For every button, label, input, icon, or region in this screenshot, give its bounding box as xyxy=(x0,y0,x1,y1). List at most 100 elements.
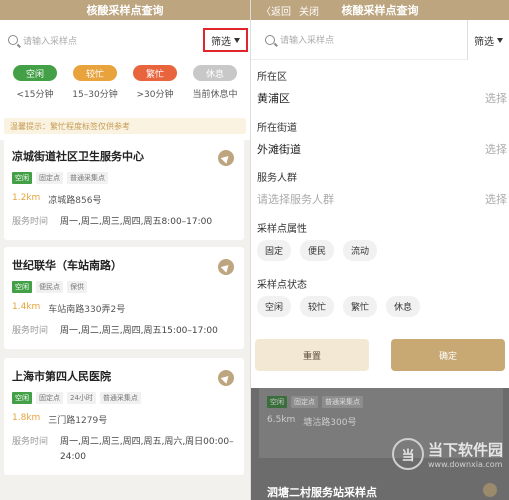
address: 塘沽路300号 xyxy=(303,418,357,428)
status-tag: 空闲 xyxy=(12,392,32,404)
navigate-button[interactable] xyxy=(218,150,234,166)
navigation-arrow-icon xyxy=(220,152,232,164)
navigate-button[interactable] xyxy=(218,370,234,386)
distance: 1.4km xyxy=(12,302,41,312)
status-chips: 空闲 较忙 繁忙 休息 xyxy=(251,296,509,317)
caret-down-icon xyxy=(497,37,503,43)
confirm-button[interactable]: 确定 xyxy=(391,339,505,371)
filter-button[interactable]: 筛选 xyxy=(467,20,509,60)
dimmed-background[interactable]: 空闲 固定点 普通采集点 6.5km 塘沽路300号 当 当下软件园 www.d… xyxy=(251,388,509,500)
search-icon xyxy=(8,35,18,45)
reset-button[interactable]: 重置 xyxy=(255,339,369,371)
search-row: 请输入采样点 筛选 xyxy=(0,20,250,60)
legend-pill: 空闲 xyxy=(13,65,57,81)
address: 车站南路330弄2号 xyxy=(48,305,126,315)
back-button[interactable]: 〈返回 xyxy=(261,3,291,18)
search-placeholder: 请输入采样点 xyxy=(280,36,335,46)
district-select[interactable]: 黄浦区 选择 xyxy=(251,90,509,106)
watermark: 当 当下软件园 www.downxia.com xyxy=(391,438,503,470)
background-site-name: 泗塘二村服务站采样点 xyxy=(267,486,377,499)
hours-tag: 24小时 xyxy=(67,392,96,404)
legend-item-rest: 休息 当前休息中 xyxy=(188,65,242,118)
legend-pill: 较忙 xyxy=(73,65,117,81)
site-card[interactable]: 上海市第四人民医院 空闲 固定点 24小时 普通采集点 1.8km 三门路127… xyxy=(4,358,244,475)
hours-label: 服务时间 xyxy=(12,437,49,447)
type-tag: 固定点 xyxy=(36,172,63,184)
chip-rest[interactable]: 休息 xyxy=(386,296,421,317)
background-navigate-icon xyxy=(483,483,497,497)
street-select[interactable]: 外滩街道 选择 xyxy=(251,141,509,157)
status-title: 采样点状态 xyxy=(257,280,307,291)
attr-chips: 固定 便民 流动 xyxy=(251,240,509,261)
street-section: 所在街道 xyxy=(251,119,509,134)
service-hours-row: 服务时间 周一,周二,周三,周四,周五,周六,周日00:00–24:00 xyxy=(12,435,236,465)
district-pick: 选择 xyxy=(485,92,507,105)
legend-range: 15–30分钟 xyxy=(72,90,118,100)
filter-label: 筛选 xyxy=(474,36,494,48)
navigation-arrow-icon xyxy=(220,372,232,384)
navigate-button[interactable] xyxy=(218,259,234,275)
site-tags: 空闲 便民点 保供 xyxy=(12,281,236,293)
service-hours-row: 服务时间 周一,周二,周三,周四,周五15:00–17:00 xyxy=(12,324,236,339)
district-value: 黄浦区 xyxy=(257,92,290,105)
status-tag: 空闲 xyxy=(267,396,287,408)
hours-value: 周一,周二,周三,周四,周五,周六,周日00:00–24:00 xyxy=(60,437,234,462)
nav-actions: 〈返回 关闭 xyxy=(261,0,319,20)
filter-button[interactable]: 筛选 xyxy=(203,28,248,52)
chip-mobile[interactable]: 流动 xyxy=(343,240,378,261)
type-tag: 便民点 xyxy=(36,281,63,293)
distance: 1.8km xyxy=(12,413,41,423)
site-address-row: 1.2km 凉城路856号 xyxy=(12,193,236,206)
chip-fixed[interactable]: 固定 xyxy=(257,240,292,261)
service-hours-row: 服务时间 周一,周二,周三,周四,周五8:00–17:00 xyxy=(12,215,236,230)
hours-value: 周一,周二,周三,周四,周五15:00–17:00 xyxy=(60,326,218,336)
chip-idle[interactable]: 空闲 xyxy=(257,296,292,317)
search-input[interactable]: 请输入采样点 xyxy=(265,33,334,46)
page-title: 核酸采样点查询 xyxy=(341,4,419,17)
status-tag: 空闲 xyxy=(12,281,32,293)
site-name: 世纪联华（车站南路） xyxy=(12,259,122,272)
busy-legend: 空闲 <15分钟 较忙 15–30分钟 繁忙 >30分钟 休息 当前休息中 xyxy=(0,60,250,118)
watermark-url: www.downxia.com xyxy=(427,460,503,469)
legend-range: 当前休息中 xyxy=(192,90,238,100)
left-screen: 核酸采样点查询 请输入采样点 筛选 空闲 <15分钟 较忙 15–30分钟 繁忙… xyxy=(0,0,250,500)
street-value: 外滩街道 xyxy=(257,143,301,156)
legend-range: <15分钟 xyxy=(16,90,54,100)
crowd-value-row: 请选择服务人群 选择 xyxy=(251,191,509,207)
distance: 6.5km xyxy=(267,415,296,425)
site-name: 凉城街道社区卫生服务中心 xyxy=(12,150,144,163)
site-card[interactable]: 凉城街道社区卫生服务中心 空闲 固定点 普通采集点 1.2km 凉城路856号 … xyxy=(4,138,244,240)
title-bar: 〈返回 关闭 核酸采样点查询 xyxy=(251,0,509,20)
chip-convenience[interactable]: 便民 xyxy=(300,240,335,261)
legend-pill: 繁忙 xyxy=(133,65,177,81)
hours-value: 周一,周二,周三,周四,周五8:00–17:00 xyxy=(60,217,213,227)
background-site-address: 6.5km 塘沽路300号 xyxy=(267,415,356,428)
search-input[interactable]: 请输入采样点 xyxy=(8,34,77,47)
crowd-pick: 选择 xyxy=(485,193,507,206)
legend-item-busy: 较忙 15–30分钟 xyxy=(68,65,122,118)
chip-busy[interactable]: 较忙 xyxy=(300,296,335,317)
attr-section: 采样点属性 xyxy=(251,220,509,235)
caret-down-icon xyxy=(234,37,240,43)
attr-title: 采样点属性 xyxy=(257,224,307,235)
site-tags: 空闲 固定点 普通采集点 xyxy=(12,172,236,184)
status-tag: 空闲 xyxy=(12,172,32,184)
crowd-section: 服务人群 xyxy=(251,169,509,184)
watermark-logo-icon: 当 xyxy=(391,438,424,470)
site-address-row: 1.8km 三门路1279号 xyxy=(12,413,236,426)
street-value-row: 外滩街道 选择 xyxy=(251,141,509,157)
hours-label: 服务时间 xyxy=(12,217,49,227)
crowd-select[interactable]: 请选择服务人群 选择 xyxy=(251,191,509,207)
status-section: 采样点状态 xyxy=(251,276,509,291)
search-placeholder: 请输入采样点 xyxy=(23,36,78,47)
site-tags: 空闲 固定点 24小时 普通采集点 xyxy=(12,392,236,404)
legend-pill: 休息 xyxy=(193,65,237,81)
navigation-arrow-icon xyxy=(220,261,232,273)
site-card[interactable]: 世纪联华（车站南路） 空闲 便民点 保供 1.4km 车站南路330弄2号 服务… xyxy=(4,247,244,349)
close-button[interactable]: 关闭 xyxy=(299,3,319,18)
chip-very-busy[interactable]: 繁忙 xyxy=(343,296,378,317)
search-icon xyxy=(265,34,275,45)
filter-label: 筛选 xyxy=(211,36,231,48)
crowd-title: 服务人群 xyxy=(257,173,297,184)
type-tag: 固定点 xyxy=(36,392,63,404)
